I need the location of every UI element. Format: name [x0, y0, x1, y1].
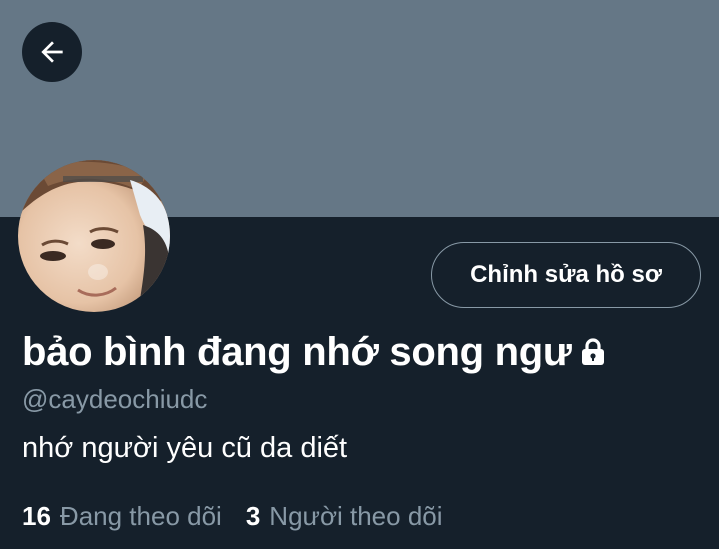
profile-bio: nhớ người yêu cũ da diết: [22, 432, 348, 464]
followers-count: 3: [245, 501, 261, 531]
back-button[interactable]: [22, 22, 82, 82]
edit-profile-button[interactable]: Chỉnh sửa hồ sơ: [431, 242, 701, 308]
followers-label: Người theo dõi: [269, 501, 443, 531]
following-count: 16: [22, 501, 51, 531]
following-link[interactable]: 16 Đang theo dõi: [22, 501, 222, 532]
user-handle: @caydeochiudc: [22, 384, 208, 414]
arrow-left-icon: [41, 41, 63, 63]
display-name-row: bảo bình đang nhớ song ngư: [22, 330, 606, 375]
followers-link[interactable]: 3 Người theo dõi: [246, 501, 443, 532]
display-name: bảo bình đang nhớ song ngư: [22, 330, 572, 374]
following-label: Đang theo dõi: [59, 501, 222, 531]
avatar[interactable]: [18, 160, 170, 312]
profile-stats: 16 Đang theo dõi 3 Người theo dõi: [22, 501, 443, 532]
avatar-photo: [18, 160, 170, 312]
lock-icon: [580, 337, 606, 372]
